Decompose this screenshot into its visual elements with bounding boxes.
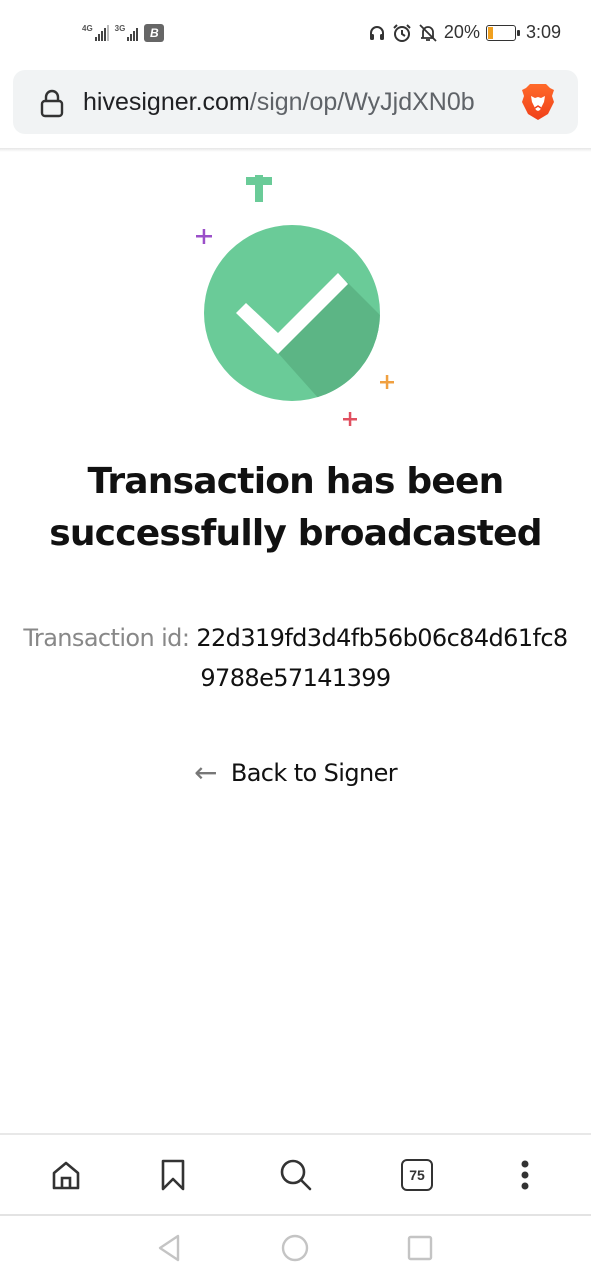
tabs-icon: 75 xyxy=(401,1159,433,1191)
menu-button[interactable] xyxy=(505,1155,545,1195)
home-icon xyxy=(52,1161,80,1190)
alarm-icon xyxy=(393,23,411,42)
android-nav-bar xyxy=(0,1216,591,1280)
arrow-left-icon: ← xyxy=(193,756,217,789)
back-to-signer-label: Back to Signer xyxy=(230,758,398,787)
back-icon xyxy=(158,1234,180,1262)
page-title: Transaction has been successfully broadc… xyxy=(49,461,542,554)
sparkle-icon xyxy=(246,175,272,202)
battery-icon xyxy=(485,24,520,41)
transaction-id: Transaction id: 22d319fd3d4fb56b06c84d61… xyxy=(20,618,571,698)
home-circle-icon xyxy=(281,1234,309,1262)
divider xyxy=(0,148,591,152)
brave-lion-icon[interactable] xyxy=(520,82,556,122)
home-button[interactable] xyxy=(46,1155,86,1195)
lock-icon[interactable] xyxy=(39,88,65,118)
network-type-label: 4G xyxy=(82,24,93,33)
battery-percent: 20% xyxy=(443,22,480,42)
clock: 3:09 xyxy=(525,22,561,42)
signal-icon: 3G xyxy=(115,25,139,41)
nav-home-button[interactable] xyxy=(277,1230,313,1266)
back-to-signer-link[interactable]: ← Back to Signer xyxy=(0,756,591,789)
bookmarks-button[interactable] xyxy=(153,1155,193,1195)
recents-icon xyxy=(407,1235,433,1261)
network-type-label: 3G xyxy=(114,24,126,33)
sparkle-icon xyxy=(380,375,394,389)
status-right: 20% 3:09 xyxy=(368,22,561,43)
url-host: hivesigner.com xyxy=(83,88,250,116)
more-vertical-icon xyxy=(521,1160,529,1190)
bell-off-icon xyxy=(419,23,437,42)
sparkle-icon xyxy=(196,229,212,244)
sparkle-icon xyxy=(343,412,357,426)
address-bar[interactable]: hivesigner.com/sign/op/WyJjdXN0b xyxy=(13,70,578,134)
signal-icon: 4G xyxy=(82,25,109,41)
url-text[interactable]: hivesigner.com/sign/op/WyJjdXN0b xyxy=(83,87,511,117)
browser-toolbar: 75 xyxy=(0,1133,591,1215)
nav-recents-button[interactable] xyxy=(402,1230,438,1266)
tabs-button[interactable]: 75 xyxy=(397,1155,437,1195)
transaction-id-label: Transaction id: xyxy=(23,624,197,652)
b-app-icon: B xyxy=(144,24,165,42)
transaction-id-value: 22d319fd3d4fb56b06c84d61fc89788e57141399 xyxy=(196,624,568,692)
url-path: /sign/op/WyJjdXN0b xyxy=(249,88,475,116)
bookmark-icon xyxy=(161,1159,185,1191)
nav-back-button[interactable] xyxy=(151,1230,187,1266)
search-icon xyxy=(280,1159,312,1191)
success-illustration xyxy=(196,175,394,426)
search-button[interactable] xyxy=(276,1155,316,1195)
headphones-icon xyxy=(369,25,384,40)
battery-level xyxy=(487,26,494,39)
status-left: 4G 3G B xyxy=(82,24,165,42)
status-bar: 4G 3G B 20% 3:09 xyxy=(0,0,591,66)
